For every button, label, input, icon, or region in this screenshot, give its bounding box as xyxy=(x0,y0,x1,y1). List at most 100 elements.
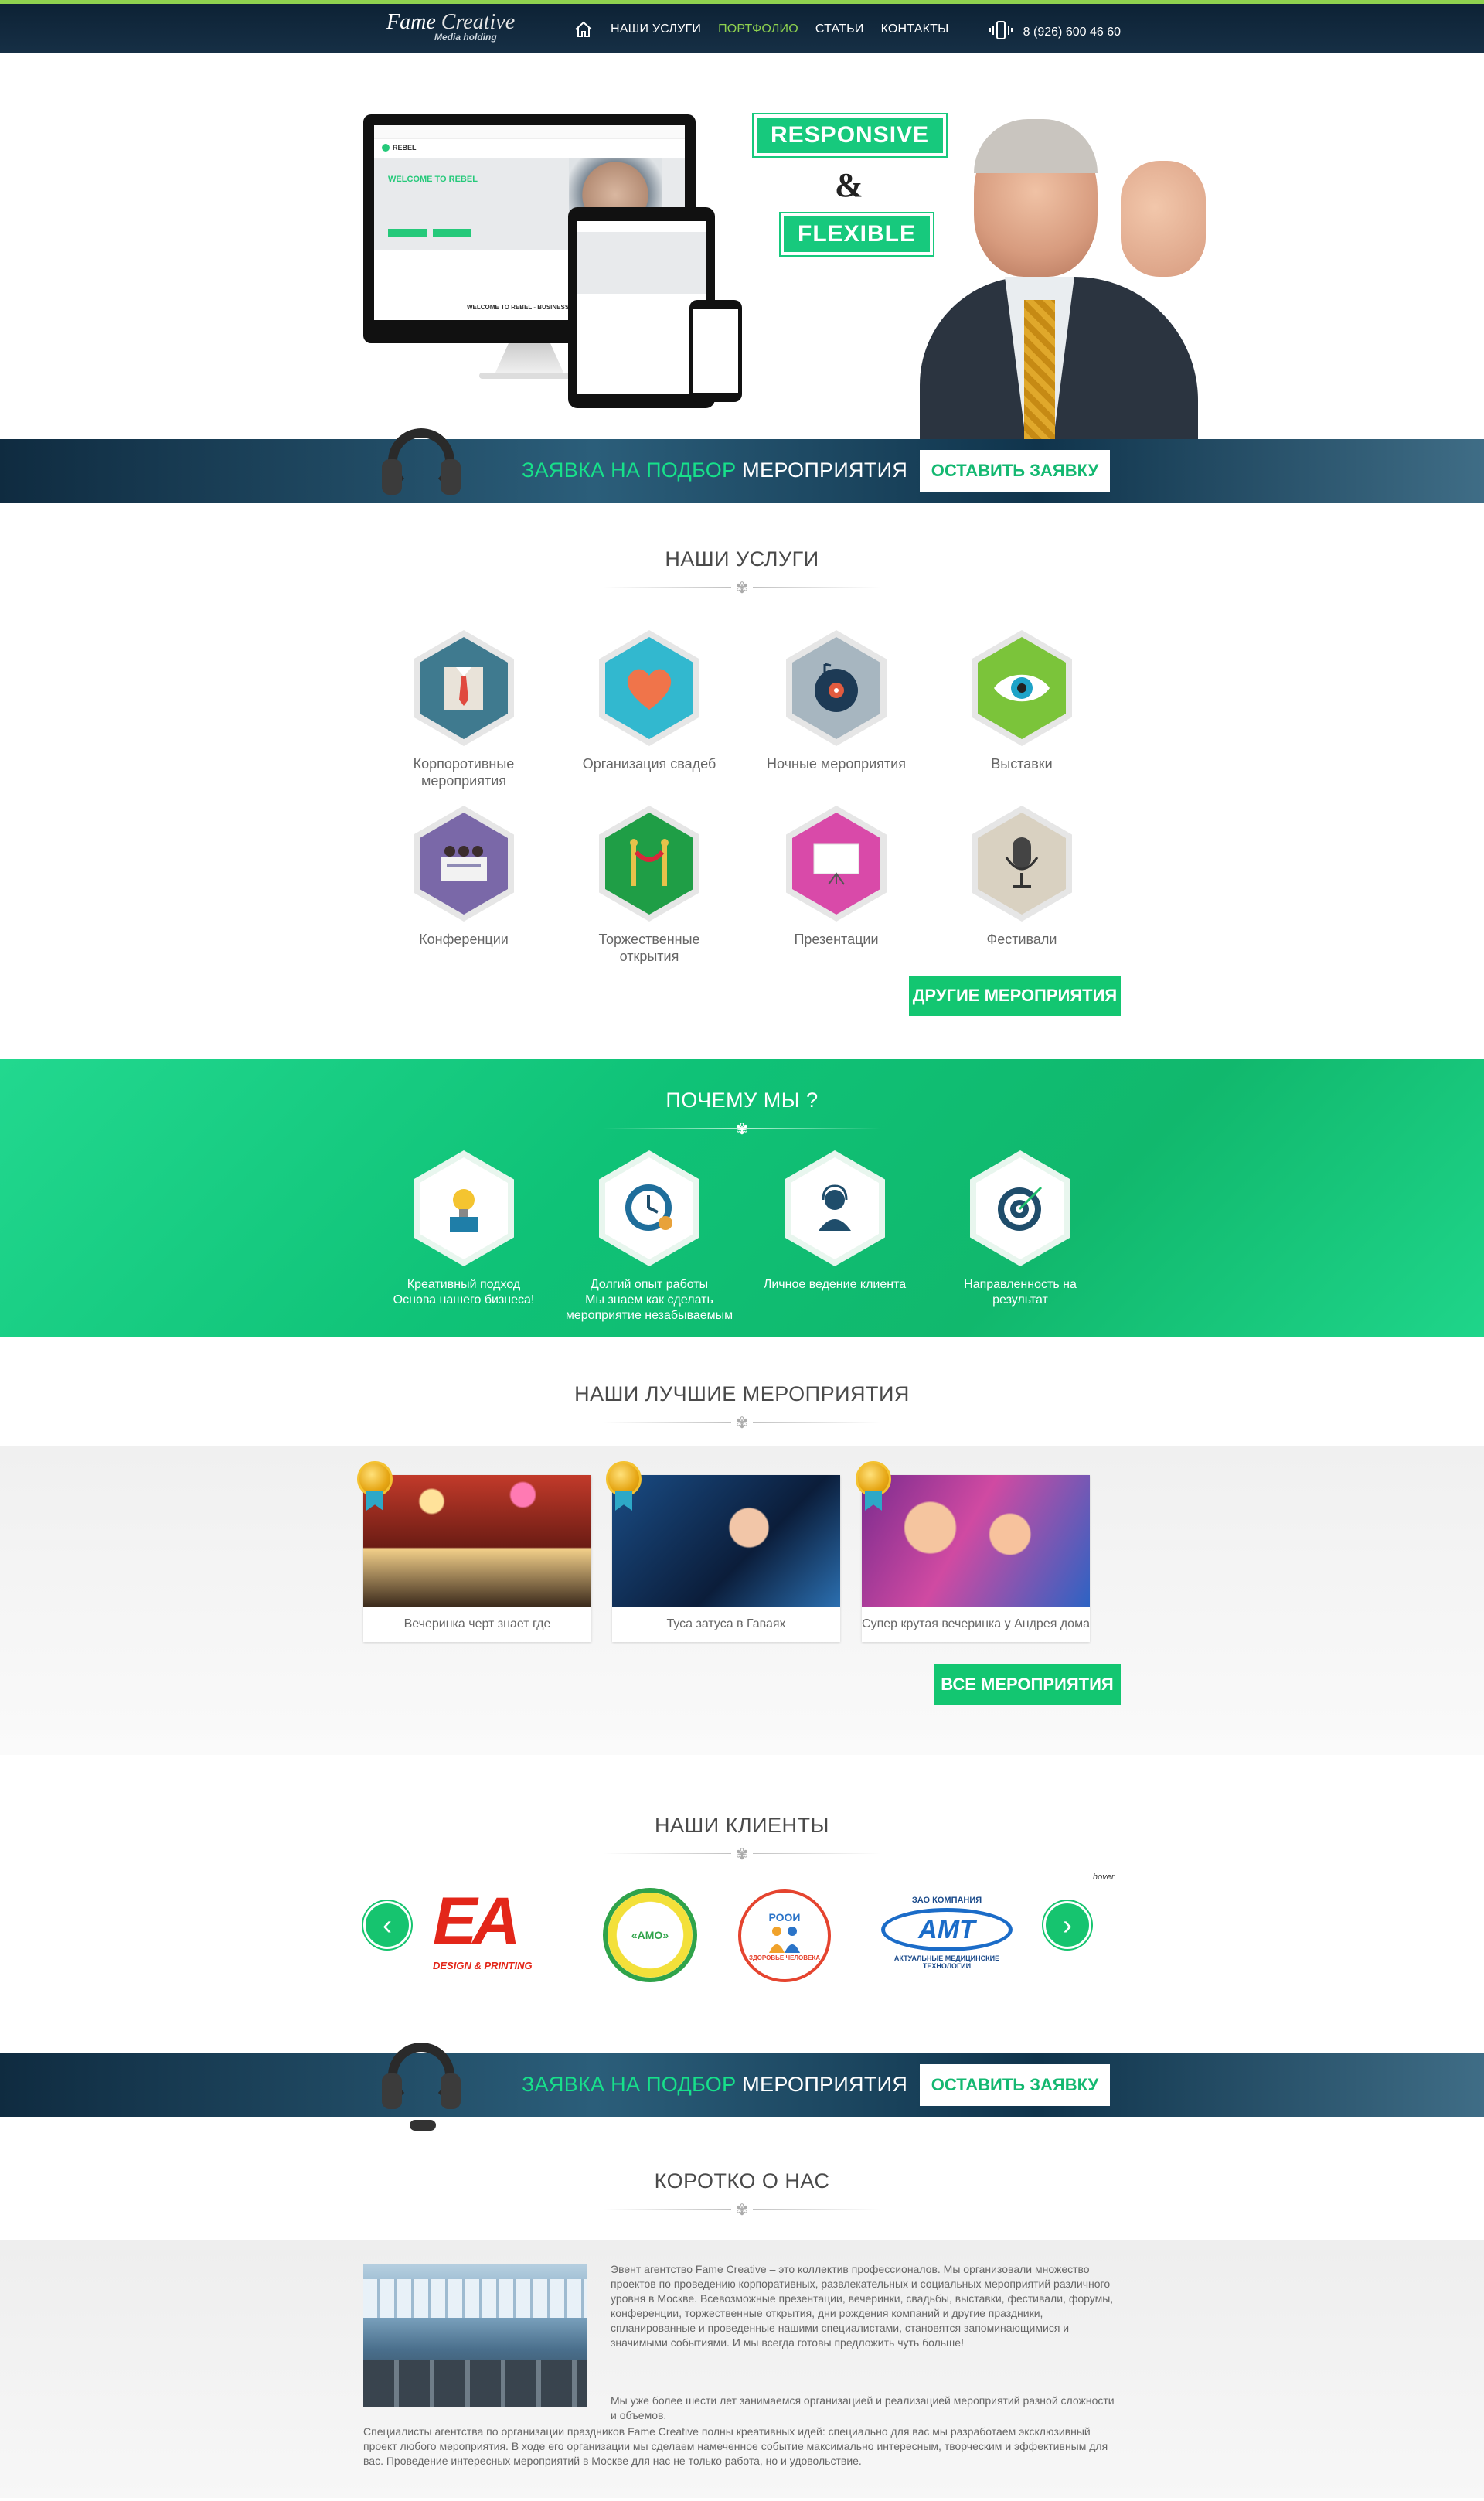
monitor-base xyxy=(479,373,580,379)
event-card[interactable]: Туса затуса в Гаваях xyxy=(606,1461,840,1642)
event-card[interactable]: Супер крутая вечеринка у Андрея дома xyxy=(856,1461,1090,1642)
about-paragraph-1: Эвент агентство Fame Creative – это колл… xyxy=(611,2263,1114,2349)
nav-services[interactable]: НАШИ УСЛУГИ xyxy=(611,22,701,36)
event-caption: Вечеринка черт знает где xyxy=(403,1617,551,1630)
phone-number: 8 (926) 600 46 60 xyxy=(1023,25,1121,39)
about-paragraph-2: Мы уже более шести лет занимаемся органи… xyxy=(611,2394,1115,2421)
request-band: ЗАЯВКА НА ПОДБОР МЕРОПРИЯТИЯ ОСТАВИТЬ ЗА… xyxy=(0,428,1484,516)
client-logo-text: «АМО» xyxy=(631,1929,669,1941)
leave-request-button[interactable]: ОСТАВИТЬ ЗАЯВКУ xyxy=(920,2064,1110,2106)
hero: REBEL WELCOME TO REBEL WELCOME TO REBEL … xyxy=(0,53,1484,439)
service-exhibitions[interactable]: Выставки xyxy=(945,630,1099,772)
all-events-button[interactable]: ВСЕ МЕРОПРИЯТИЯ xyxy=(934,1664,1121,1705)
about-paragraph-3: Специалисты агентства по организации пра… xyxy=(363,2425,1108,2467)
request-text-green: ЗАЯВКА НА ПОДБОР xyxy=(522,2073,737,2096)
title-ornament: ✾ xyxy=(603,1842,881,1866)
client-logo-text: АМТ xyxy=(918,1914,975,1944)
why-item-label: Креативный подход Основа нашего бизнеса! xyxy=(393,1278,535,1307)
phone-block[interactable]: 8 (926) 600 46 60 xyxy=(989,21,1121,43)
clients-next-arrow-icon[interactable]: › xyxy=(1043,1901,1091,1949)
request-text: ЗАЯВКА НА ПОДБОР МЕРОПРИЯТИЯ xyxy=(522,2073,907,2097)
mockup-title: WELCOME TO REBEL xyxy=(388,175,478,184)
service-label: Конференции xyxy=(419,932,509,947)
leave-request-button[interactable]: ОСТАВИТЬ ЗАЯВКУ xyxy=(920,450,1110,492)
medal-icon xyxy=(606,1461,642,1511)
logo[interactable]: Fame Creative Media holding xyxy=(386,12,515,43)
nav-articles[interactable]: СТАТЬИ xyxy=(815,22,864,36)
other-events-button[interactable]: ДРУГИЕ МЕРОПРИЯТИЯ xyxy=(909,976,1121,1016)
about-section: Эвент агентство Fame Creative – это колл… xyxy=(0,2240,1484,2498)
service-label: Торжественные открытия xyxy=(598,932,700,964)
event-card[interactable]: Вечеринка черт знает где xyxy=(357,1461,591,1642)
page: Fame Creative Media holding НАШИ УСЛУГИ … xyxy=(0,0,1484,2498)
flower-ornament-icon: ✾ xyxy=(735,1120,749,1138)
client-logo-sub: АКТУАЛЬНЫЕ МЕДИЦИНСКИЕ ТЕХНОЛОГИИ xyxy=(893,1954,1000,1970)
conference-icon xyxy=(420,813,508,915)
ribbon-icon xyxy=(605,813,693,915)
logo-second: Creative xyxy=(441,10,516,34)
hover-note: hover xyxy=(1093,1872,1115,1882)
service-label: Презентации xyxy=(794,932,879,947)
flower-ornament-icon: ✾ xyxy=(731,578,753,598)
client-logo-top: ЗАО КОМПАНИЯ xyxy=(911,1896,982,1905)
lightbulb-icon xyxy=(420,1157,508,1259)
request-text-green: ЗАЯВКА НА ПОДБОР xyxy=(522,458,737,482)
why-item-result: Направленность на результат xyxy=(935,1150,1105,1308)
event-caption: Туса затуса в Гаваях xyxy=(666,1617,786,1630)
request-band-bottom: ЗАЯВКА НА ПОДБОР МЕРОПРИЯТИЯ ОСТАВИТЬ ЗА… xyxy=(0,2043,1484,2131)
suit-icon xyxy=(420,637,508,739)
best-title: НАШИ ЛУЧШИЕ МЕРОПРИЯТИЯ xyxy=(574,1382,910,1406)
service-festivals[interactable]: Фестивали xyxy=(945,806,1099,948)
site-header: Fame Creative Media holding НАШИ УСЛУГИ … xyxy=(0,0,1484,53)
title-ornament: ✾ xyxy=(603,1411,881,1434)
headphones-icon xyxy=(379,2043,464,2148)
nav-portfolio[interactable]: ПОРТФОЛИО xyxy=(718,22,798,36)
flower-ornament-icon: ✾ xyxy=(731,1844,753,1864)
client-logo-sub: ЗДОРОВЬЕ ЧЕЛОВЕКА xyxy=(748,1954,821,1961)
title-ornament: ✾ xyxy=(603,2198,881,2221)
request-text-white: МЕРОПРИЯТИЯ xyxy=(742,458,908,482)
title-ornament: ✾ xyxy=(603,1117,881,1140)
why-item-creative: Креативный подход Основа нашего бизнеса! xyxy=(379,1150,549,1308)
client-logo-amt[interactable]: ЗАО КОМПАНИЯ АМТ АКТУАЛЬНЫЕ МЕДИЦИНСКИЕ … xyxy=(873,1896,1020,1973)
service-weddings[interactable]: Организация свадеб xyxy=(572,630,727,772)
logo-main: Fame xyxy=(386,10,436,34)
client-logo-text: РООИ xyxy=(768,1910,801,1923)
monitor-stand xyxy=(495,343,564,374)
office-photo xyxy=(363,2264,587,2407)
best-events-header: НАШИ ЛУЧШИЕ МЕРОПРИЯТИЯ ✾ xyxy=(0,1337,1484,1446)
service-openings[interactable]: Торжественные открытия xyxy=(572,806,727,965)
service-label: Фестивали xyxy=(986,932,1057,947)
eye-icon xyxy=(978,637,1066,739)
microphone-icon xyxy=(978,813,1066,915)
client-logo-rooi[interactable]: РООИ ЗДОРОВЬЕ ЧЕЛОВЕКА xyxy=(738,1889,831,1982)
event-photo xyxy=(612,1475,840,1607)
request-text: ЗАЯВКА НА ПОДБОР МЕРОПРИЯТИЯ xyxy=(522,458,907,482)
client-logo-sub: DESIGN & PRINTING xyxy=(433,1960,533,1971)
service-label: Корпоротивные мероприятия xyxy=(413,756,515,789)
presentation-icon xyxy=(792,813,880,915)
title-ornament: ✾ xyxy=(603,576,881,599)
flower-ornament-icon: ✾ xyxy=(731,1412,753,1433)
clients-prev-arrow-icon[interactable]: ‹ xyxy=(363,1901,411,1949)
why-item-label: Личное ведение клиента xyxy=(763,1278,907,1291)
clock-icon xyxy=(605,1157,693,1259)
main-nav: НАШИ УСЛУГИ ПОРТФОЛИО СТАТЬИ КОНТАКТЫ xyxy=(574,21,948,38)
phone-mockup xyxy=(689,300,742,402)
mockup-brand: REBEL xyxy=(393,144,417,152)
service-corporate[interactable]: Корпоротивные мероприятия xyxy=(386,630,541,789)
headset-person-icon xyxy=(791,1157,879,1259)
service-nightlife[interactable]: Ночные мероприятия xyxy=(759,630,914,772)
home-icon[interactable] xyxy=(574,21,594,38)
client-logo-ea[interactable]: EA DESIGN & PRINTING xyxy=(433,1883,556,1983)
nav-contacts[interactable]: КОНТАКТЫ xyxy=(881,22,949,36)
services-section: НАШИ УСЛУГИ ✾ Корпоротивные мероприятия … xyxy=(0,503,1484,1059)
responsive-badge: RESPONSIVE xyxy=(751,113,948,158)
service-presentations[interactable]: Презентации xyxy=(759,806,914,948)
client-logo-amo[interactable]: «АМО» xyxy=(603,1888,697,1982)
why-item-label: Направленность на результат xyxy=(964,1278,1077,1307)
service-conferences[interactable]: Конференции xyxy=(386,806,541,948)
vinyl-icon xyxy=(792,637,880,739)
why-title: ПОЧЕМУ МЫ ? xyxy=(665,1089,819,1112)
hero-businessman-image xyxy=(920,114,1229,439)
